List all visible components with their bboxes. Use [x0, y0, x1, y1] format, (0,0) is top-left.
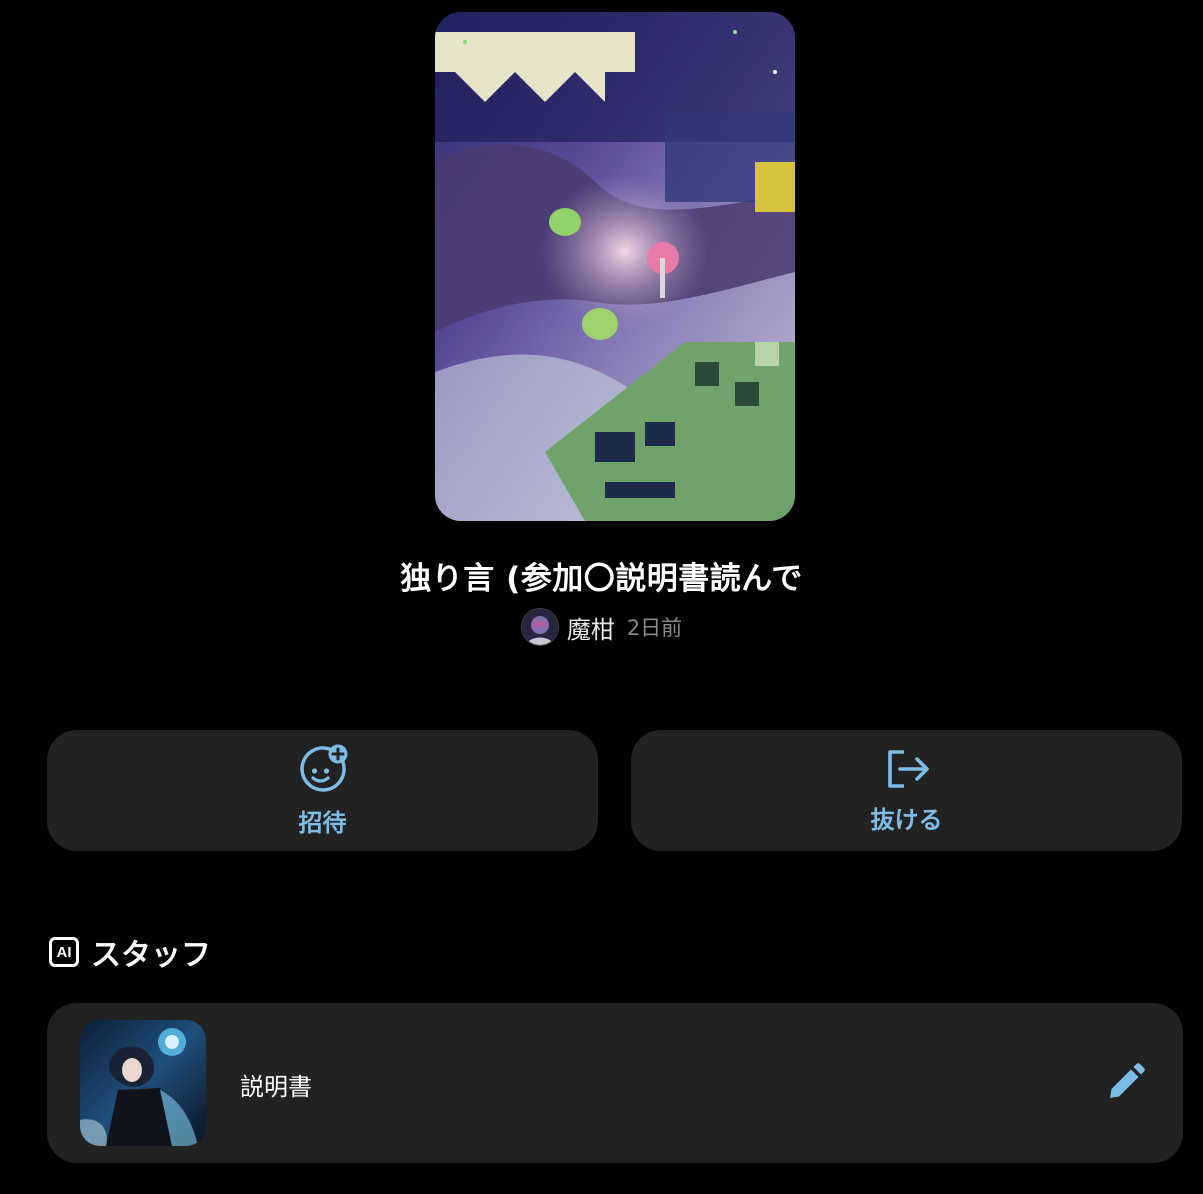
invite-label: 招待: [298, 809, 347, 837]
staff-section-title: スタッフ: [91, 938, 211, 973]
smiley-plus-icon: [299, 744, 347, 792]
edit-staff-button[interactable]: [1103, 1059, 1149, 1105]
chat-title: 独り言 (参加〇説明書読んで: [400, 561, 803, 597]
logout-icon: [887, 750, 929, 788]
post-time: 2日前: [626, 616, 683, 640]
author-name[interactable]: 魔柑: [567, 610, 615, 645]
ai-badge-icon: AI: [49, 937, 79, 967]
author-avatar[interactable]: [520, 608, 559, 646]
leave-label: 抜ける: [870, 806, 943, 834]
invite-button[interactable]: 招待: [47, 730, 598, 851]
staff-section-header: AI スタッフ: [49, 930, 211, 974]
chat-cover-image: [435, 12, 795, 521]
staff-item[interactable]: 説明書: [47, 1003, 1183, 1163]
chat-meta: 魔柑 2日前: [0, 608, 1203, 646]
staff-name: 説明書: [240, 1073, 312, 1101]
staff-avatar: [80, 1020, 206, 1146]
leave-button[interactable]: 抜ける: [631, 730, 1182, 851]
pencil-icon: [1110, 1063, 1145, 1098]
